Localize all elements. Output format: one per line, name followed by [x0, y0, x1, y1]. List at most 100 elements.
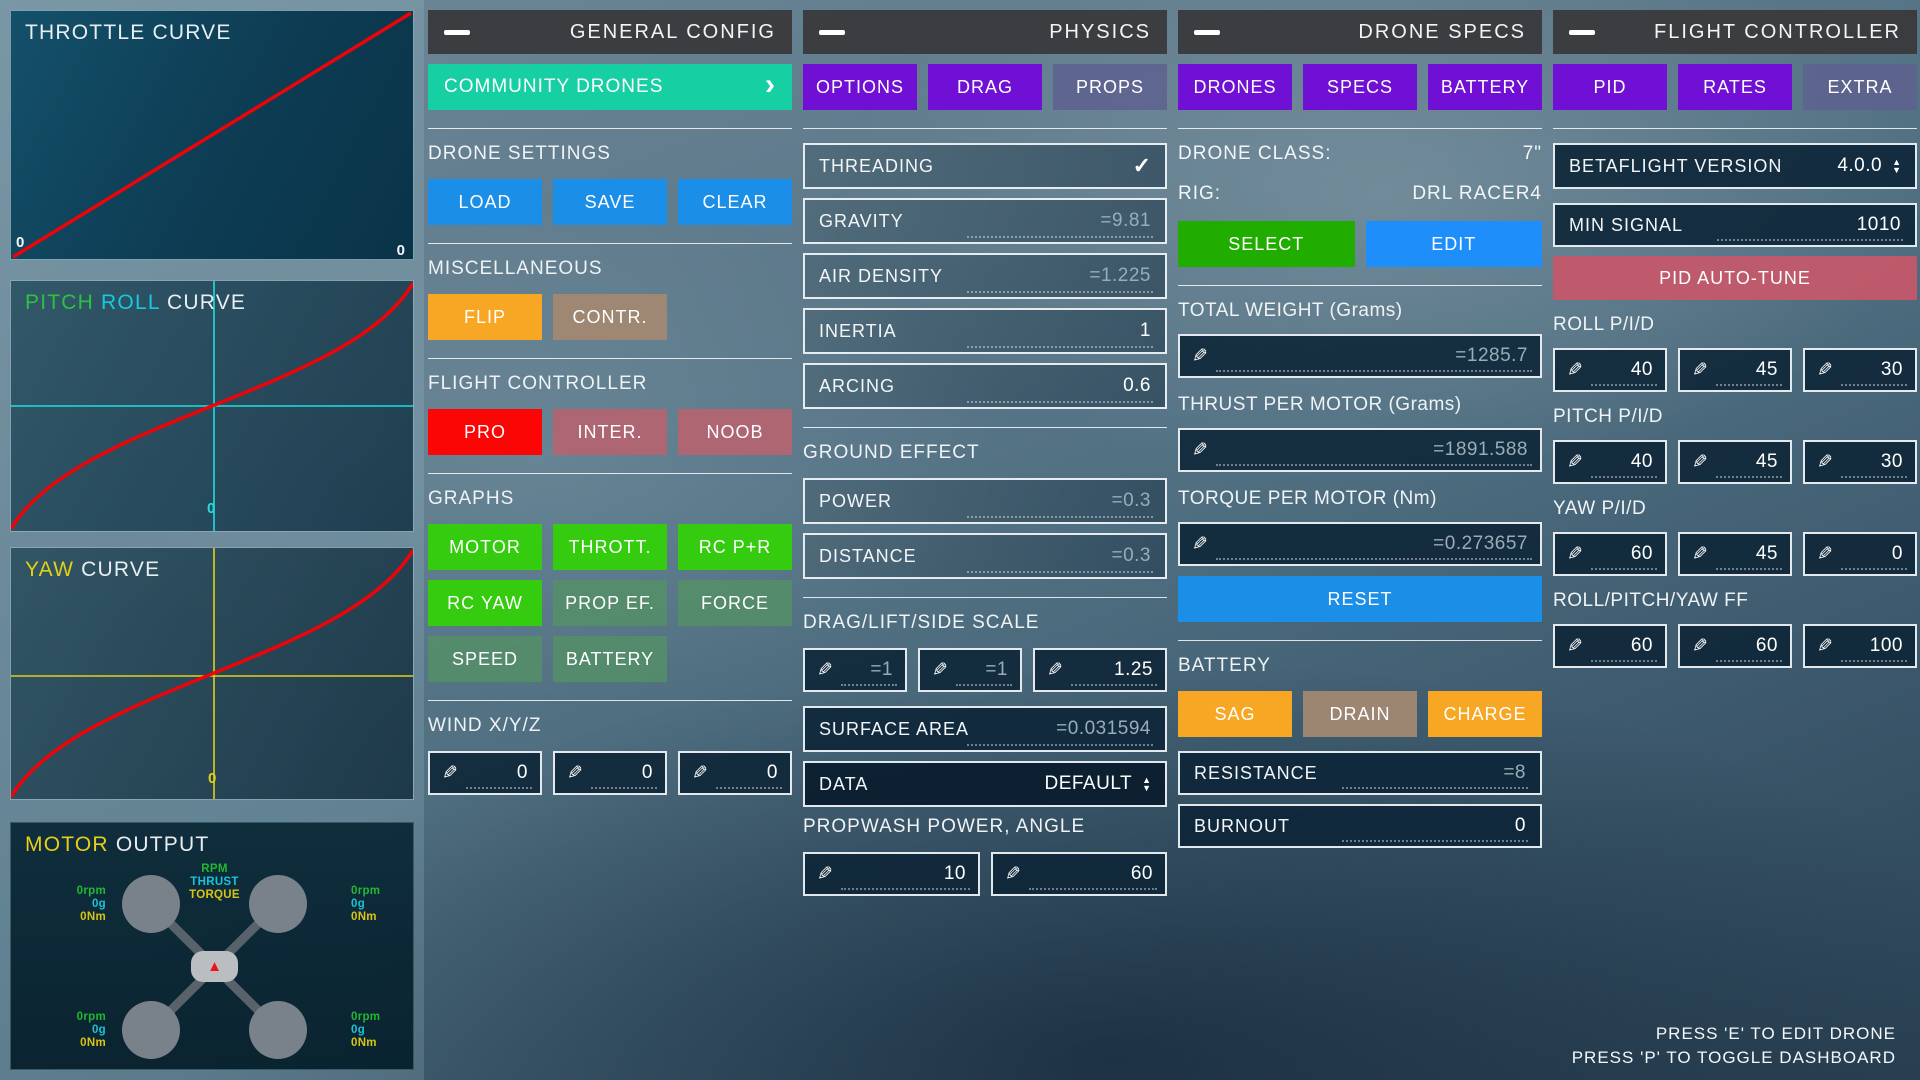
physics-header: PHYSICS	[803, 10, 1167, 54]
flip-button[interactable]: FLIP	[428, 294, 542, 340]
roll-ff-input[interactable]: ✎ 60	[1553, 624, 1667, 668]
chevron-right-icon: ›	[765, 75, 776, 95]
resistance-field[interactable]: RESISTANCE =8	[1178, 751, 1542, 795]
tab-battery[interactable]: BATTERY	[1428, 64, 1542, 110]
wind-z-input[interactable]: ✎ 0	[678, 751, 792, 795]
graph-speed-toggle[interactable]: SPEED	[428, 636, 542, 682]
tab-specs[interactable]: SPECS	[1303, 64, 1417, 110]
gravity-field[interactable]: GRAVITY =9.81	[803, 198, 1167, 244]
controller-button[interactable]: CONTR.	[553, 294, 667, 340]
sag-button[interactable]: SAG	[1178, 691, 1292, 737]
surface-area-field[interactable]: SURFACE AREA =0.031594	[803, 706, 1167, 752]
ground-effect-distance-field[interactable]: DISTANCE =0.3	[803, 533, 1167, 579]
tab-extra[interactable]: EXTRA	[1803, 64, 1917, 110]
charge-button[interactable]: CHARGE	[1428, 691, 1542, 737]
propwash-angle-input[interactable]: ✎ 60	[991, 852, 1167, 896]
graph-motor-toggle[interactable]: MOTOR	[428, 524, 542, 570]
dotted-underline	[716, 787, 782, 789]
yaw-i-input[interactable]: ✎ 45	[1678, 532, 1792, 576]
dotted-underline	[1342, 840, 1528, 842]
pro-button[interactable]: PRO	[428, 409, 542, 455]
graph-force-toggle[interactable]: FORCE	[678, 580, 792, 626]
burnout-field[interactable]: BURNOUT 0	[1178, 804, 1542, 848]
min-signal-field[interactable]: MIN SIGNAL 1010	[1553, 203, 1917, 247]
roll-p-input[interactable]: ✎ 40	[1553, 348, 1667, 392]
yaw-d-input[interactable]: ✎ 0	[1803, 532, 1917, 576]
tab-drones[interactable]: DRONES	[1178, 64, 1292, 110]
dotted-underline	[967, 236, 1153, 238]
pencil-icon: ✎	[1567, 359, 1583, 382]
inertia-field[interactable]: INERTIA 1	[803, 308, 1167, 354]
divider	[803, 597, 1167, 598]
yaw-p-input[interactable]: ✎ 60	[1553, 532, 1667, 576]
graph-rc-yaw-toggle[interactable]: RC YAW	[428, 580, 542, 626]
tab-rates[interactable]: RATES	[1678, 64, 1792, 110]
pitch-d-input[interactable]: ✎ 30	[1803, 440, 1917, 484]
data-value: DEFAULT	[1044, 773, 1132, 795]
spinner-icon[interactable]: ▲ ▼	[1142, 776, 1151, 792]
noob-button[interactable]: NOOB	[678, 409, 792, 455]
edit-button[interactable]: EDIT	[1366, 221, 1543, 267]
dotted-underline	[1216, 370, 1532, 372]
graph-rc-pitch-roll-toggle[interactable]: RC P+R	[678, 524, 792, 570]
tab-drag[interactable]: DRAG	[928, 64, 1042, 110]
drone-class-value: 7"	[1523, 143, 1542, 165]
graph-throttle-toggle[interactable]: THROTT.	[553, 524, 667, 570]
tab-pid[interactable]: PID	[1553, 64, 1667, 110]
motor-torque-value: 0Nm	[351, 1037, 380, 1050]
total-weight-input[interactable]: ✎ =1285.7	[1178, 334, 1542, 378]
roll-d-input[interactable]: ✎ 30	[1803, 348, 1917, 392]
wind-x-input[interactable]: ✎ 0	[428, 751, 542, 795]
clear-button[interactable]: CLEAR	[678, 179, 792, 225]
reset-button[interactable]: RESET	[1178, 576, 1542, 622]
dotted-underline	[1216, 464, 1532, 466]
thrust-per-motor-input[interactable]: ✎ =1891.588	[1178, 428, 1542, 472]
intermediate-button[interactable]: INTER.	[553, 409, 667, 455]
tab-props[interactable]: PROPS	[1053, 64, 1167, 110]
drag-scale-input[interactable]: ✎ =1	[803, 648, 907, 692]
betaflight-version-value: 4.0.0	[1837, 155, 1882, 177]
save-button[interactable]: SAVE	[553, 179, 667, 225]
throttle-curve-graph	[11, 11, 413, 259]
burnout-label: BURNOUT	[1194, 816, 1290, 837]
collapse-icon[interactable]	[1569, 30, 1595, 35]
community-drones-button[interactable]: COMMUNITY DRONES ›	[428, 64, 792, 110]
betaflight-version-select[interactable]: BETAFLIGHT VERSION 4.0.0 ▲ ▼	[1553, 143, 1917, 189]
data-select[interactable]: DATA DEFAULT ▲ ▼	[803, 761, 1167, 807]
min-signal-label: MIN SIGNAL	[1569, 215, 1683, 236]
propwash-power-input[interactable]: ✎ 10	[803, 852, 980, 896]
collapse-icon[interactable]	[1194, 30, 1220, 35]
wind-y-input[interactable]: ✎ 0	[553, 751, 667, 795]
drone-specs-title: DRONE SPECS	[1358, 21, 1526, 44]
pitch-p-input[interactable]: ✎ 40	[1553, 440, 1667, 484]
torque-per-motor-input[interactable]: ✎ =0.273657	[1178, 522, 1542, 566]
spinner-icon[interactable]: ▲ ▼	[1892, 158, 1901, 174]
collapse-icon[interactable]	[819, 30, 845, 35]
collapse-icon[interactable]	[444, 30, 470, 35]
dotted-underline	[1071, 684, 1157, 686]
select-button[interactable]: SELECT	[1178, 221, 1355, 267]
pitch-i-input[interactable]: ✎ 45	[1678, 440, 1792, 484]
graph-battery-toggle[interactable]: BATTERY	[553, 636, 667, 682]
pid-auto-tune-button[interactable]: PID AUTO-TUNE	[1553, 256, 1917, 300]
air-density-field[interactable]: AIR DENSITY =1.225	[803, 253, 1167, 299]
graph-prop-efficiency-toggle[interactable]: PROP EF.	[553, 580, 667, 626]
side-scale-input[interactable]: ✎ 1.25	[1033, 648, 1167, 692]
load-button[interactable]: LOAD	[428, 179, 542, 225]
empty-slot	[678, 294, 792, 340]
arcing-field[interactable]: ARCING 0.6	[803, 363, 1167, 409]
ground-effect-power-field[interactable]: POWER =0.3	[803, 478, 1167, 524]
divider	[803, 128, 1167, 129]
yaw-ff-input[interactable]: ✎ 100	[1803, 624, 1917, 668]
threading-checkbox[interactable]: THREADING ✓	[803, 143, 1167, 189]
curve-title-text: CURVE	[81, 558, 160, 581]
tab-options[interactable]: OPTIONS	[803, 64, 917, 110]
roll-i-input[interactable]: ✎ 45	[1678, 348, 1792, 392]
spinner-down-icon[interactable]: ▼	[1142, 784, 1151, 792]
drain-button[interactable]: DRAIN	[1303, 691, 1417, 737]
spinner-down-icon[interactable]: ▼	[1892, 166, 1901, 174]
lift-scale-input[interactable]: ✎ =1	[918, 648, 1022, 692]
pitch-ff-input[interactable]: ✎ 60	[1678, 624, 1792, 668]
pitch-title-text: PITCH	[25, 291, 94, 314]
pencil-icon: ✎	[567, 762, 583, 785]
